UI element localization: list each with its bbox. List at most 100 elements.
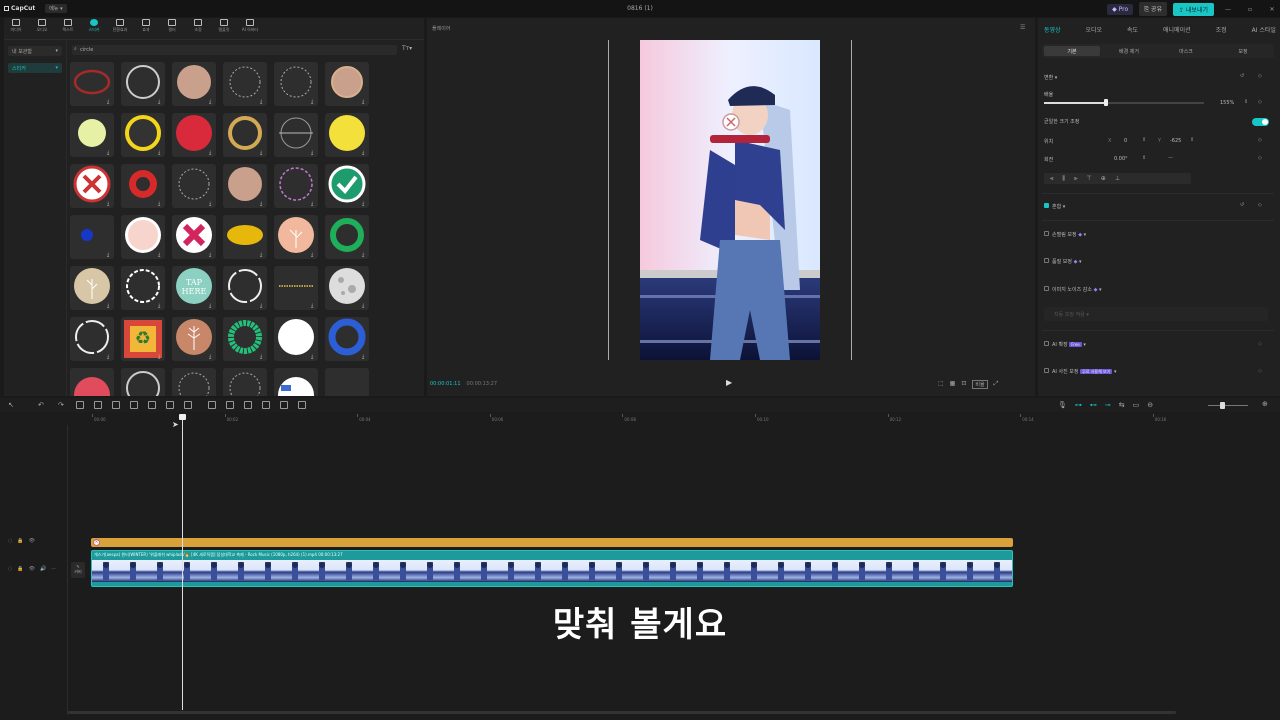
subtab-2[interactable]: 마스크 <box>1158 46 1214 56</box>
blend-row[interactable]: 혼합 ▾ <box>1044 203 1065 210</box>
download-icon[interactable]: ⤓ <box>362 253 367 258</box>
download-icon[interactable]: ⤓ <box>158 151 163 156</box>
download-icon[interactable]: ⤓ <box>362 151 367 156</box>
undo-icon[interactable]: ↶ <box>38 401 46 409</box>
sticker-item[interactable]: ⤓ <box>325 266 369 310</box>
reset-icon[interactable]: ↺ <box>1240 73 1244 79</box>
timeline-scrollbar[interactable] <box>68 711 1176 714</box>
scale-slider[interactable] <box>1044 99 1204 106</box>
share-button[interactable]: ⎘ 공유 <box>1139 2 1167 16</box>
ai-fix-row[interactable]: AI 사진 보정 무료 사용해 보기 ▾ <box>1044 368 1117 375</box>
menu-button[interactable]: 메뉴 ▾ <box>45 4 67 13</box>
download-icon[interactable]: ⤓ <box>311 304 316 309</box>
sticker-item[interactable]: ⤓ <box>325 215 369 259</box>
enhance-row[interactable]: 품질 보정 ◆ ▾ <box>1044 258 1082 265</box>
sticker-item[interactable]: ⤓ <box>325 164 369 208</box>
x-stepper-icon[interactable]: ⇕ <box>1142 137 1146 143</box>
download-icon[interactable]: ⤓ <box>158 253 163 258</box>
delete-icon[interactable] <box>130 401 138 409</box>
tab-5[interactable]: AI 스타일 <box>1252 25 1276 34</box>
sticker-item[interactable]: ⤓ <box>274 266 318 310</box>
tab-3[interactable]: 애니메이션 <box>1163 25 1191 34</box>
zoom-slider[interactable] <box>1208 402 1248 409</box>
download-icon[interactable]: ⤓ <box>362 304 367 309</box>
sticker-item[interactable]: ⤓ <box>121 164 165 208</box>
sticker-item[interactable]: ⤓ <box>223 317 267 361</box>
screen-icon[interactable]: ▭ <box>1133 401 1140 409</box>
crop-icon[interactable]: ⬚ <box>938 380 944 389</box>
download-icon[interactable]: ⤓ <box>107 202 112 207</box>
filter-text-icon[interactable]: Tт▾ <box>402 45 412 52</box>
select-tool-icon[interactable]: ↖ <box>8 401 16 409</box>
sticker-item[interactable]: ⤓ <box>172 317 216 361</box>
sticker-item[interactable]: ⤓ <box>70 266 114 310</box>
mask-icon[interactable] <box>148 401 156 409</box>
sticker-item[interactable]: ⤓ <box>70 113 114 157</box>
fit-tool-icon[interactable] <box>280 401 288 409</box>
tab-4[interactable]: 조정 <box>1216 25 1227 34</box>
sticker-item[interactable]: ⤓ <box>274 62 318 106</box>
search-input[interactable]: ⌕ circle <box>72 45 397 55</box>
align-top-icon[interactable]: ⊤ <box>1087 175 1092 182</box>
sticker-item[interactable]: ⤓ <box>172 215 216 259</box>
sticker-item[interactable]: ⤓ <box>325 317 369 361</box>
download-icon[interactable]: ⤓ <box>260 355 265 360</box>
download-icon[interactable]: ⤓ <box>311 151 316 156</box>
download-icon[interactable]: ⤓ <box>209 202 214 207</box>
download-icon[interactable]: ⤓ <box>362 202 367 207</box>
toolbar-avatar[interactable]: AI 아바타 <box>238 19 262 37</box>
preview-axis-icon[interactable]: ⇆ <box>1119 401 1125 409</box>
sticker-item[interactable] <box>325 368 369 396</box>
download-icon[interactable]: ⤓ <box>260 253 265 258</box>
video-track-audio-icon[interactable]: 🔊 <box>40 566 46 572</box>
download-icon[interactable]: ⤓ <box>107 253 112 258</box>
mic-icon[interactable]: 🎙 <box>1058 401 1067 409</box>
sticker-clip[interactable]: × <box>91 538 1013 547</box>
sticker-track-lock-icon[interactable]: ◌ <box>8 538 12 544</box>
toolbar-adjust[interactable]: 조정 <box>186 19 210 37</box>
denoise-row[interactable]: 이미지 노이즈 감소 ◆ ▾ <box>1044 286 1102 293</box>
export-button[interactable]: ⇪ 내보내기 <box>1172 2 1214 16</box>
close-icon[interactable]: ✕ <box>1264 6 1280 13</box>
category-my[interactable]: 내 보관함 ▾ <box>8 46 62 56</box>
rotation-reset-icon[interactable]: — <box>1168 155 1173 161</box>
rotation-stepper-icon[interactable]: ⇕ <box>1142 155 1146 161</box>
sticker-item[interactable]: ⤓ <box>274 113 318 157</box>
scale-value[interactable]: 155% <box>1220 100 1234 106</box>
grid-icon[interactable]: ▦ <box>950 380 956 389</box>
download-icon[interactable]: ⤓ <box>311 202 316 207</box>
download-icon[interactable]: ⤓ <box>209 253 214 258</box>
align-middle-icon[interactable]: ⊕ <box>1101 175 1106 182</box>
download-icon[interactable]: ⤓ <box>107 151 112 156</box>
toolbar-sticker[interactable]: 스티커 <box>82 19 106 37</box>
playhead[interactable] <box>179 414 187 710</box>
video-preview[interactable] <box>640 40 820 360</box>
sticker-item[interactable]: ⤓ <box>172 368 216 396</box>
sticker-item[interactable]: ⤓ <box>172 62 216 106</box>
align-center-icon[interactable]: ⫼ <box>1062 175 1065 183</box>
position-keyframe-icon[interactable]: ◇ <box>1258 137 1262 143</box>
scale-keyframe-icon[interactable]: ◇ <box>1258 99 1262 105</box>
link-main-icon[interactable]: ⊶ <box>1075 401 1082 409</box>
playhead-handle[interactable] <box>179 414 187 420</box>
transform-icon[interactable] <box>262 401 270 409</box>
download-icon[interactable]: ⤓ <box>209 151 214 156</box>
sticker-item[interactable]: ⤓ <box>223 215 267 259</box>
stabilize-row[interactable]: 손떨림 보정 ◆ ▾ <box>1044 231 1086 238</box>
auto-reframe-icon[interactable] <box>298 401 306 409</box>
download-icon[interactable]: ⤓ <box>158 100 163 105</box>
split-left-icon[interactable] <box>94 401 102 409</box>
download-icon[interactable]: ⤓ <box>260 304 265 309</box>
sticker-item[interactable]: ⤓ <box>121 266 165 310</box>
sticker-item[interactable]: ⤓ <box>274 317 318 361</box>
download-icon[interactable]: ⤓ <box>311 355 316 360</box>
y-stepper-icon[interactable]: ⇕ <box>1190 137 1194 143</box>
sticker-item[interactable]: ⤓ <box>70 317 114 361</box>
ai-expand-keyframe-icon[interactable]: ◇ <box>1258 341 1262 347</box>
video-clip[interactable]: 개스가(aespa) 윈터(WINTER) '위플래쉬 whiplash'🔥 [… <box>91 550 1013 587</box>
sticker-track-lock2-icon[interactable]: 🔒 <box>17 538 23 544</box>
split-icon[interactable] <box>76 401 84 409</box>
sticker-item[interactable]: ⤓ <box>70 215 114 259</box>
download-icon[interactable]: ⤓ <box>362 100 367 105</box>
download-icon[interactable]: ⤓ <box>158 202 163 207</box>
